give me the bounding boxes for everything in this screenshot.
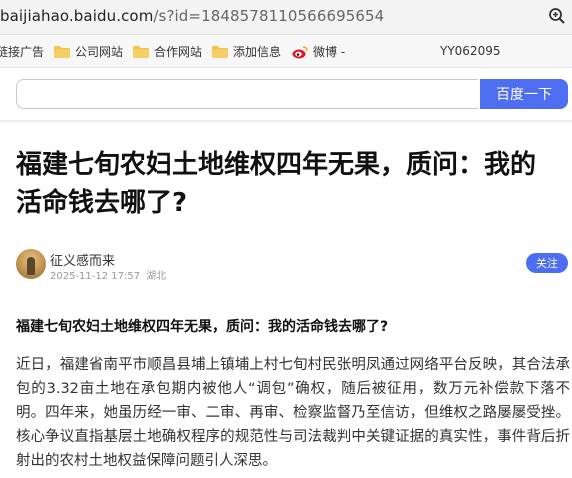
- avatar[interactable]: [16, 249, 46, 279]
- bookmark-label: 微博 -: [313, 45, 346, 59]
- bookmark-label: 链接广告: [0, 45, 45, 59]
- bookmark-weibo[interactable]: 微博 -: [292, 43, 345, 60]
- folder-icon: [54, 45, 70, 58]
- folder-icon: [133, 45, 149, 58]
- bookmark-folder[interactable]: 合作网站: [133, 43, 202, 60]
- bookmark-extra[interactable]: YY062095: [440, 44, 500, 58]
- search-button[interactable]: 百度一下: [480, 79, 568, 109]
- url-text[interactable]: baijiahao.baidu.com/s?id=184857811056669…: [0, 7, 384, 25]
- bookmark-label: 公司网站: [75, 45, 124, 59]
- address-bar[interactable]: baijiahao.baidu.com/s?id=184857811056669…: [0, 0, 572, 35]
- weibo-icon: [292, 45, 308, 58]
- url-host: baijiahao.baidu.com: [0, 7, 154, 25]
- url-path: /s?id=1848578110566695654: [153, 7, 385, 25]
- bookmark-folder[interactable]: 公司网站: [54, 43, 123, 60]
- author-row: 征义感而来 2025-11-12 17:57 湖北 关注: [16, 248, 568, 282]
- follow-button[interactable]: 关注: [526, 253, 568, 273]
- publish-date: 2025-11-12 17:57: [50, 271, 141, 282]
- folder-icon: [212, 45, 228, 58]
- publish-location: 湖北: [146, 271, 167, 282]
- zoom-icon[interactable]: [548, 7, 566, 25]
- bookmarks-bar: 链接广告 公司网站 合作网站 添加信息 微博 - YY062095: [0, 35, 572, 68]
- bookmark-folder[interactable]: 添加信息: [212, 43, 281, 60]
- article-title: 福建七旬农妇土地维权四年无果，质问：我的活命钱去哪了?: [16, 150, 537, 218]
- article-paragraph: 近日，福建省南平市顺昌县埔上镇埔上村七旬村民张明凤通过网络平台反映，其合法承包的…: [16, 357, 570, 469]
- search-area: 百度一下: [0, 68, 572, 120]
- divider: [0, 120, 572, 124]
- article-meta: 2025-11-12 17:57 湖北: [50, 267, 166, 282]
- search-input[interactable]: [16, 79, 478, 109]
- bookmark-label: 添加信息: [233, 45, 282, 59]
- bookmark-label: 合作网站: [154, 45, 203, 59]
- article-subtitle: 福建七旬农妇土地维权四年无果，质问：我的活命钱去哪了?: [16, 319, 389, 335]
- bookmark-item[interactable]: 链接广告: [0, 43, 44, 60]
